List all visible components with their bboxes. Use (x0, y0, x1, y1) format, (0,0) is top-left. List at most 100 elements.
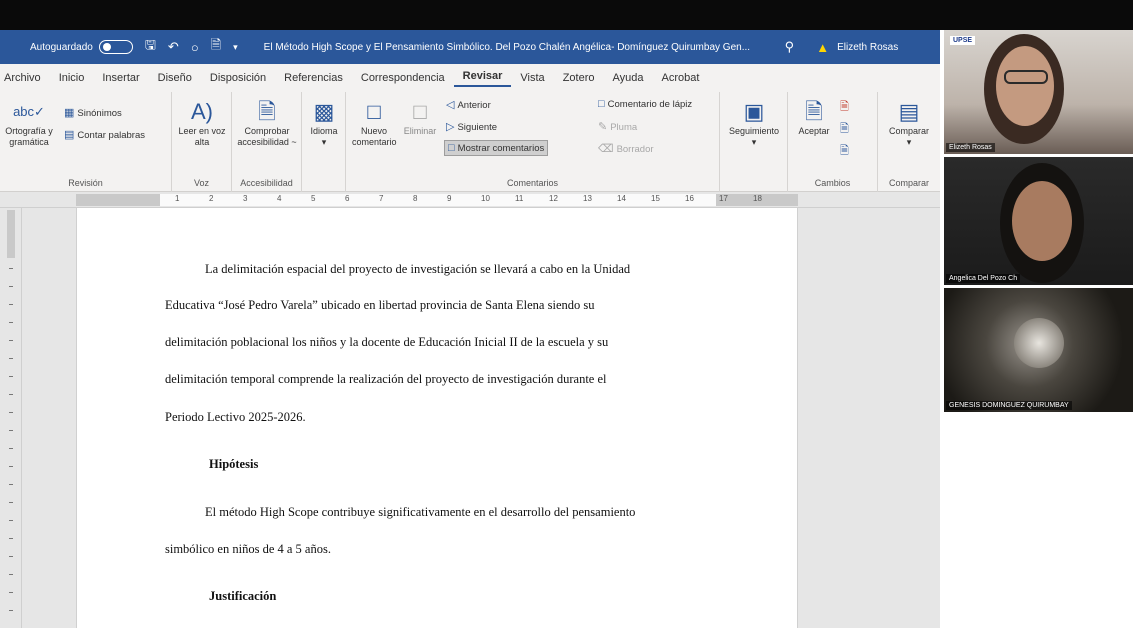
horizontal-ruler[interactable]: 1 2 3 4 5 6 7 8 9 10 11 12 13 14 15 16 17 18 (0, 192, 940, 208)
participant-name: Angelica Del Pozo Ch (946, 274, 1021, 283)
camera-light-blur (1014, 318, 1064, 368)
vertical-ruler[interactable] (0, 208, 22, 628)
language-dropdown-icon: ▾ (321, 137, 327, 147)
next-comment-label: Siguiente (457, 122, 498, 133)
vertical-ruler-tick (9, 610, 13, 611)
paragraph-line[interactable]: simbólico en niños de 4 a 5 años. (165, 542, 331, 557)
heading-hipotesis[interactable]: Hipótesis (209, 457, 258, 472)
vertical-ruler-tick (9, 502, 13, 503)
document-icon[interactable]: 🗎 (211, 36, 221, 58)
customize-toolbar-icon[interactable]: ▾ (233, 42, 238, 53)
check-accessibility-button[interactable]: 🗎 Comprobar accesibilidad ~ (236, 98, 298, 148)
paragraph-line[interactable]: Periodo Lectivo 2025-2026. (165, 410, 306, 425)
paragraph-line[interactable]: delimitación poblacional los niños y la … (165, 335, 608, 350)
tab-inicio[interactable]: Inicio (50, 72, 94, 84)
tab-zotero[interactable]: Zotero (554, 72, 604, 84)
previous-change-button[interactable]: 🗎 (840, 120, 852, 139)
next-change-button[interactable]: 🗎 (840, 142, 852, 161)
undo-icon[interactable]: ↶ (168, 39, 179, 55)
word-count-button[interactable]: ▤ Contar palabras (64, 128, 145, 141)
eraser-icon: ⌫ (598, 143, 614, 155)
participant-video-tile[interactable]: GENESIS DOMINGUEZ QUIRUMBAY (944, 288, 1133, 412)
warning-icon[interactable]: ▲ (816, 40, 829, 55)
new-comment-label: Nuevo comentario (352, 126, 397, 147)
autosave-toggle[interactable] (98, 40, 133, 54)
previous-comment-button[interactable]: ◁ Anterior (446, 98, 491, 111)
tab-archivo[interactable]: Archivo (0, 72, 50, 84)
accept-button[interactable]: 🗎 Aceptar (794, 98, 834, 137)
tab-ayuda[interactable]: Ayuda (603, 72, 652, 84)
tracking-label: Seguimiento (728, 126, 780, 136)
ruler-number: 10 (481, 194, 490, 203)
vertical-ruler-tick (9, 538, 13, 539)
tab-correspondencia[interactable]: Correspondencia (352, 72, 454, 84)
eraser-label: Borrador (616, 144, 654, 155)
save-icon[interactable]: 🖫 (145, 36, 156, 58)
document-area[interactable]: La delimitación espacial del proyecto de… (22, 208, 940, 628)
delete-comment-button[interactable]: □ Eliminar (400, 98, 440, 137)
paragraph-line[interactable]: La delimitación espacial del proyecto de… (205, 262, 630, 277)
next-comment-button[interactable]: ▷ Siguiente (446, 120, 497, 133)
participant-face (1012, 181, 1072, 261)
vertical-ruler-tick (9, 592, 13, 593)
paragraph-line[interactable]: El método High Scope contribuye signific… (205, 505, 635, 520)
previous-change-icon: 🗎 (840, 123, 849, 135)
read-aloud-icon: A) (191, 99, 213, 124)
ink-comment-button[interactable]: □ Comentario de lápiz (598, 98, 692, 110)
group-label-cambios: Cambios (814, 178, 851, 188)
upse-logo: UPSE (950, 36, 976, 45)
language-button[interactable]: ▩ Idioma ▾ (306, 98, 342, 148)
tab-referencias[interactable]: Referencias (275, 72, 352, 84)
participant-video-tile[interactable]: UPSE Elizeth Rosas (944, 30, 1133, 154)
vertical-ruler-margin (7, 210, 15, 258)
participant-video-tile[interactable]: Angelica Del Pozo Ch (944, 157, 1133, 285)
vertical-ruler-tick (9, 448, 13, 449)
document-title: El Método High Scope y El Pensamiento Si… (263, 41, 751, 53)
redo-icon[interactable]: ○ (191, 40, 199, 55)
tab-vista[interactable]: Vista (511, 72, 553, 84)
vertical-ruler-tick (9, 412, 13, 413)
document-page[interactable]: La delimitación espacial del proyecto de… (76, 208, 798, 628)
ruler-number: 15 (651, 194, 660, 203)
previous-comment-label: Anterior (457, 100, 491, 111)
paragraph-line[interactable]: Educativa “José Pedro Varela” ubicado en… (165, 298, 594, 313)
tab-revisar[interactable]: Revisar (453, 70, 512, 87)
word-title-bar: Autoguardado 🖫 ↶ ○ 🗎 ▾ El Método High Sc… (0, 30, 940, 64)
ruler-number: 17 (719, 194, 728, 203)
vertical-ruler-tick (9, 376, 13, 377)
ink-comment-icon: □ (598, 98, 605, 110)
vertical-ruler-tick (9, 394, 13, 395)
compare-label: Comparar (888, 126, 929, 136)
user-name[interactable]: Elizeth Rosas (837, 42, 898, 53)
ink-comment-label: Comentario de lápiz (607, 99, 693, 110)
group-revision: abc✓ Ortografía y gramática ▦ Sinónimos ▤… (0, 92, 172, 192)
tab-insertar[interactable]: Insertar (93, 72, 148, 84)
ribbon-tabs: Archivo Inicio Insertar Diseño Disposici… (0, 64, 940, 92)
pen-icon: ✎ (598, 121, 608, 133)
vertical-ruler-tick (9, 430, 13, 431)
tab-disposicion[interactable]: Disposición (201, 72, 275, 84)
synonyms-button[interactable]: ▦ Sinónimos (64, 106, 122, 119)
search-icon[interactable]: ⚲ (785, 39, 795, 55)
group-label-accesibilidad: Accesibilidad (240, 178, 293, 188)
pen-label: Pluma (610, 122, 638, 133)
eraser-button[interactable]: ⌫ Borrador (598, 142, 654, 155)
group-idioma: ▩ Idioma ▾ (302, 92, 346, 192)
show-comments-icon: □ (448, 142, 455, 154)
tab-diseno[interactable]: Diseño (149, 72, 201, 84)
spelling-label: Ortografía y gramática (5, 126, 53, 147)
show-comments-button[interactable]: □ Mostrar comentarios (444, 140, 549, 156)
read-aloud-button[interactable]: A) Leer en voz alta (178, 98, 226, 148)
compare-button[interactable]: ▤ Comparar ▾ (882, 98, 936, 148)
group-label-comparar: Comparar (888, 178, 929, 188)
heading-justificacion[interactable]: Justificación (209, 589, 276, 604)
tab-acrobat[interactable]: Acrobat (652, 72, 708, 84)
screen: Autoguardado 🖫 ↶ ○ 🗎 ▾ El Método High Sc… (0, 0, 1133, 628)
tracking-button[interactable]: ▣ Seguimiento ▾ (724, 98, 784, 148)
pen-button[interactable]: ✎ Pluma (598, 120, 637, 133)
spelling-button[interactable]: abc✓ Ortografía y gramática (4, 98, 54, 148)
reject-button[interactable]: 🗎 (840, 98, 852, 117)
paragraph-line[interactable]: delimitación temporal comprende la reali… (165, 372, 607, 387)
new-comment-button[interactable]: □ Nuevo comentario (352, 98, 397, 148)
word-count-label: Contar palabras (77, 130, 146, 141)
